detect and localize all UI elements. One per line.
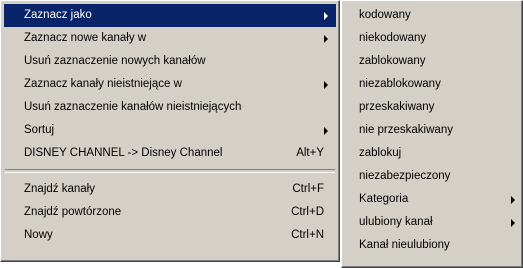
menu-item-label: Zaznacz nowe kanały w (24, 32, 147, 44)
menu-item-label: Nowy (24, 229, 53, 241)
menu-item-label: Zaznacz jako (24, 9, 92, 21)
submenu-zaznacz-jako: kodowany niekodowany zablokowany niezabl… (341, 0, 523, 268)
menu-item-label: Znajdź powtórzone (24, 206, 122, 218)
menu-item-label: zablokowany (359, 55, 426, 67)
menu-separator (5, 169, 335, 173)
menu-item-zaznacz-nowe-kanaly[interactable]: Zaznacz nowe kanały w (4, 27, 336, 50)
submenu-arrow-icon (324, 35, 328, 43)
menu-item-znajdz-powtorzone[interactable]: Znajdź powtórzone Ctrl+D (4, 201, 336, 224)
submenu-item-przeskakiwany[interactable]: przeskakiwany (345, 96, 519, 119)
submenu-item-niezabezpieczony[interactable]: niezabezpieczony (345, 165, 519, 188)
menu-item-label: zablokuj (359, 147, 402, 159)
submenu-arrow-icon (324, 127, 328, 135)
menu-item-label: Zaznacz kanały nieistniejące w (24, 78, 182, 90)
menu-item-disney-rename[interactable]: DISNEY CHANNEL -> Disney Channel Alt+Y (4, 142, 336, 165)
menu-item-label: nie przeskakiwany (359, 124, 453, 136)
menu-item-label: Kategoria (359, 193, 409, 205)
submenu-item-zablokuj[interactable]: zablokuj (345, 142, 519, 165)
menu-item-shortcut: Ctrl+F (292, 183, 324, 195)
menu-item-label: niezabezpieczony (359, 170, 451, 182)
menu-item-label: kodowany (359, 9, 411, 21)
menu-item-shortcut: Ctrl+N (291, 229, 324, 241)
menu-item-usun-zaznaczenie-nowych[interactable]: Usuń zaznaczenie nowych kanałów (4, 50, 336, 73)
submenu-item-zablokowany[interactable]: zablokowany (345, 50, 519, 73)
menu-item-shortcut: Ctrl+D (291, 206, 324, 218)
submenu-item-ulubiony-kanal[interactable]: ulubiony kanał (345, 211, 519, 234)
submenu-arrow-icon (511, 219, 515, 227)
submenu-arrow-icon (324, 12, 328, 20)
submenu-item-kategoria[interactable]: Kategoria (345, 188, 519, 211)
menu-item-label: DISNEY CHANNEL -> Disney Channel (24, 147, 223, 159)
menu-item-label: przeskakiwany (359, 101, 435, 113)
submenu-arrow-icon (511, 196, 515, 204)
menu-item-nowy[interactable]: Nowy Ctrl+N (4, 224, 336, 247)
menu-item-label: Usuń zaznaczenie kanałów nieistniejących (24, 101, 242, 113)
menu-item-label: Kanał nieulubiony (359, 239, 450, 251)
context-menu: Zaznacz jako Zaznacz nowe kanały w Usuń … (0, 0, 340, 262)
submenu-item-kanal-nieulubiony[interactable]: Kanał nieulubiony (345, 234, 519, 257)
submenu-item-niekodowany[interactable]: niekodowany (345, 27, 519, 50)
menu-item-zaznacz-nieistniejace[interactable]: Zaznacz kanały nieistniejące w (4, 73, 336, 96)
menu-item-label: niezablokowany (359, 78, 441, 90)
menu-item-zaznacz-jako[interactable]: Zaznacz jako (4, 4, 336, 27)
menu-item-znajdz-kanaly[interactable]: Znajdź kanały Ctrl+F (4, 178, 336, 201)
menu-item-shortcut: Alt+Y (296, 147, 324, 159)
menu-item-sortuj[interactable]: Sortuj (4, 119, 336, 142)
menu-item-label: Znajdź kanały (24, 183, 95, 195)
menu-item-label: ulubiony kanał (359, 216, 433, 228)
submenu-item-nie-przeskakiwany[interactable]: nie przeskakiwany (345, 119, 519, 142)
menu-item-label: Sortuj (24, 124, 55, 136)
submenu-item-kodowany[interactable]: kodowany (345, 4, 519, 27)
menu-item-usun-zaznaczenie-nieistniejacych[interactable]: Usuń zaznaczenie kanałów nieistniejących (4, 96, 336, 119)
menu-item-label: niekodowany (359, 32, 427, 44)
menu-item-label: Usuń zaznaczenie nowych kanałów (24, 55, 206, 67)
submenu-arrow-icon (324, 81, 328, 89)
submenu-item-niezablokowany[interactable]: niezablokowany (345, 73, 519, 96)
